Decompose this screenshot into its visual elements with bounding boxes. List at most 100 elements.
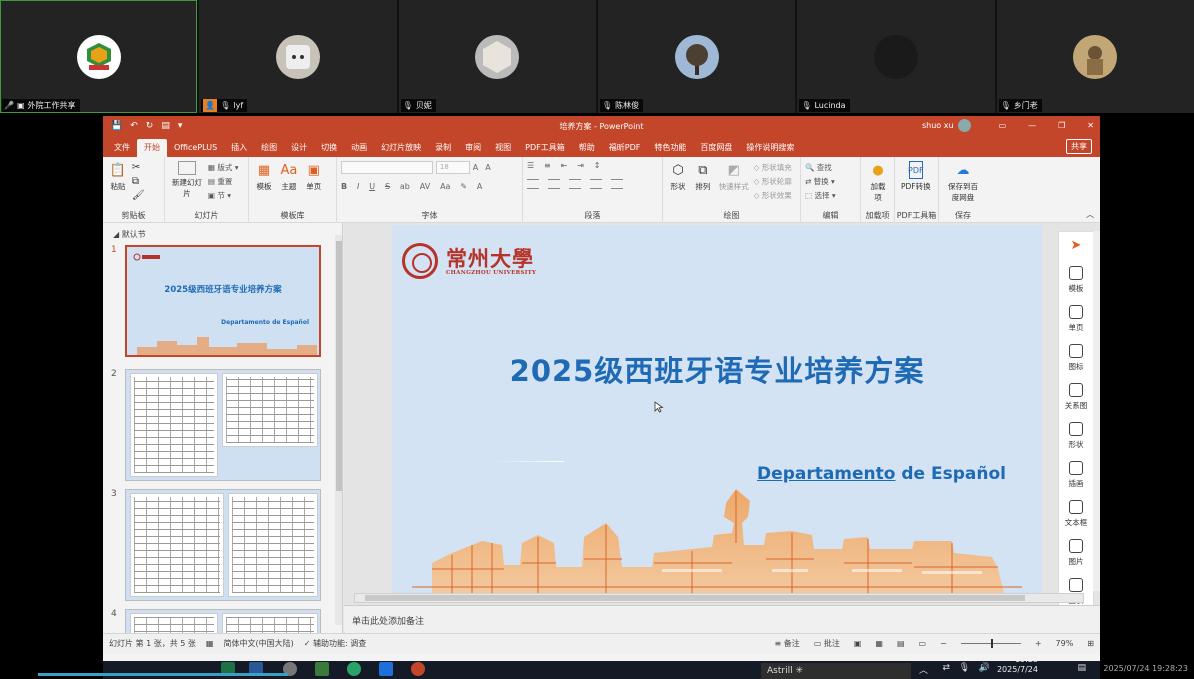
theme-button[interactable]: Aa 主题 bbox=[280, 161, 298, 192]
side-panel-item[interactable]: 形状 bbox=[1069, 422, 1084, 461]
microphone-tray-icon[interactable]: 🎙 bbox=[959, 663, 970, 673]
save-to-cloud-button[interactable]: ☁ 保存到百度网盘 bbox=[945, 161, 981, 203]
align-left-icon[interactable] bbox=[527, 179, 539, 189]
scroll-thumb[interactable] bbox=[336, 241, 342, 491]
thumbnail-scrollbar[interactable] bbox=[335, 235, 342, 625]
tab-4[interactable]: 绘图 bbox=[254, 139, 284, 157]
shadow-icon[interactable]: ab bbox=[400, 182, 410, 191]
editor-scrollbar[interactable] bbox=[1093, 231, 1100, 591]
columns-icon[interactable] bbox=[610, 179, 623, 189]
slide-canvas[interactable]: 常州大學 CHANGZHOU UNIVERSITY 2025级西班牙语专业培养方… bbox=[392, 225, 1042, 593]
notes-pane[interactable]: 单击此处添加备注 bbox=[344, 605, 1100, 633]
spacing-icon[interactable]: AV bbox=[420, 182, 430, 191]
taskbar-clock[interactable]: 19:28 2025/7/24 bbox=[997, 655, 1038, 675]
template-button[interactable]: ▦ 模板 bbox=[255, 161, 273, 192]
side-panel-item[interactable]: 模板 bbox=[1069, 266, 1084, 305]
slide-thumbnail-1[interactable]: 2025级西班牙语专业培养方案 Departamento de Español bbox=[125, 245, 321, 357]
tab-1[interactable]: 开始 bbox=[137, 139, 167, 157]
italic-icon[interactable]: I bbox=[357, 182, 359, 191]
notes-toggle[interactable]: ≡ 备注 bbox=[775, 638, 800, 649]
tab-11[interactable]: 视图 bbox=[488, 139, 518, 157]
numbering-icon[interactable]: ≡ bbox=[544, 161, 551, 170]
outdent-icon[interactable]: ⇥ bbox=[577, 161, 584, 170]
layout-button[interactable]: ▦ 版式 ▾ bbox=[208, 161, 239, 175]
align-center-icon[interactable] bbox=[547, 179, 560, 189]
zoom-level[interactable]: 79% bbox=[1056, 639, 1074, 648]
slide-thumbnail-4[interactable] bbox=[125, 609, 321, 633]
pdf-convert-button[interactable]: PDF PDF转换 bbox=[901, 161, 931, 192]
align-right-icon[interactable] bbox=[568, 179, 581, 189]
participant-tile[interactable]: 🎙 陈林俊 bbox=[597, 0, 796, 113]
indent-icon[interactable]: ⇤ bbox=[561, 161, 568, 170]
user-account[interactable]: shuo xu bbox=[922, 119, 971, 132]
bold-icon[interactable]: B bbox=[341, 182, 347, 191]
language-indicator[interactable]: 简体中文(中国大陆) bbox=[223, 638, 293, 649]
tab-2[interactable]: OfficePLUS bbox=[167, 139, 224, 157]
volume-icon[interactable]: 🔊 bbox=[979, 663, 990, 673]
copy-icon[interactable]: ⧉ bbox=[132, 175, 145, 189]
tab-9[interactable]: 录制 bbox=[428, 139, 458, 157]
shape-effect-button[interactable]: ◇ 形状效果 bbox=[754, 189, 792, 203]
slide-department[interactable]: Departamento de Español bbox=[757, 464, 1006, 484]
spell-check-icon[interactable]: ▦ bbox=[206, 639, 214, 648]
side-panel-item[interactable]: 图片 bbox=[1069, 539, 1084, 578]
replace-button[interactable]: ⇄ 替换 ▾ bbox=[805, 175, 856, 189]
notification-icon[interactable]: ▤ bbox=[1077, 663, 1086, 673]
slideshow-icon[interactable]: ▭ bbox=[919, 639, 927, 648]
astrill-popup[interactable]: Astrill ✳ bbox=[761, 663, 911, 679]
comments-toggle[interactable]: ▭ 批注 bbox=[814, 638, 840, 649]
font-name-input[interactable] bbox=[341, 161, 433, 174]
font-size-input[interactable]: 18 bbox=[435, 161, 470, 174]
side-panel-item[interactable]: 关系图 bbox=[1065, 383, 1087, 422]
app-icon[interactable] bbox=[315, 662, 329, 676]
slide-thumbnail-3[interactable] bbox=[125, 489, 321, 601]
participant-tile[interactable]: 👤 🎙 lyf bbox=[199, 0, 397, 113]
new-slide-button[interactable]: 新建幻灯片 bbox=[171, 161, 203, 199]
tab-12[interactable]: PDF工具箱 bbox=[518, 139, 572, 157]
restore-icon[interactable]: ❐ bbox=[1058, 121, 1065, 130]
tab-3[interactable]: 插入 bbox=[224, 139, 254, 157]
close-icon[interactable]: ✕ bbox=[1087, 121, 1094, 130]
powerpoint-icon[interactable] bbox=[411, 662, 425, 676]
share-button[interactable]: 共享 bbox=[1066, 139, 1092, 154]
section-header[interactable]: ◢ 默认节 bbox=[113, 229, 146, 240]
ribbon-display-icon[interactable]: ▭ bbox=[999, 121, 1007, 130]
font-color-icon[interactable]: A bbox=[477, 182, 482, 191]
tab-0[interactable]: 文件 bbox=[107, 139, 137, 157]
tab-13[interactable]: 帮助 bbox=[572, 139, 602, 157]
shape-outline-button[interactable]: ◇ 形状轮廓 bbox=[754, 175, 792, 189]
fit-slide-icon[interactable]: ⊞ bbox=[1087, 639, 1094, 648]
side-panel-item[interactable]: 单页 bbox=[1069, 305, 1084, 344]
cut-icon[interactable]: ✂ bbox=[132, 161, 145, 175]
line-spacing-icon[interactable]: ↕ bbox=[594, 161, 601, 170]
officeplus-logo-icon[interactable]: ➤ bbox=[1071, 238, 1082, 266]
zoom-in-icon[interactable]: + bbox=[1035, 639, 1042, 648]
shrink-font-icon[interactable]: A bbox=[485, 163, 490, 172]
tab-14[interactable]: 福昕PDF bbox=[602, 139, 648, 157]
network-icon[interactable]: ⇄ bbox=[942, 663, 950, 673]
highlight-icon[interactable]: ✎ bbox=[460, 182, 467, 191]
tray-overflow-icon[interactable]: ︿ bbox=[919, 663, 928, 676]
grow-font-icon[interactable]: A bbox=[473, 163, 478, 172]
bullets-icon[interactable]: ☰ bbox=[527, 161, 534, 170]
side-panel-item[interactable]: 插画 bbox=[1069, 461, 1084, 500]
sorter-view-icon[interactable]: ▦ bbox=[875, 639, 883, 648]
side-panel-item[interactable]: 图标 bbox=[1069, 344, 1084, 383]
undo-icon[interactable]: ↶ bbox=[130, 121, 138, 131]
participant-tile[interactable]: 🎤 ▣ 外院工作共享 bbox=[0, 0, 198, 113]
slide-title[interactable]: 2025级西班牙语专业培养方案 bbox=[392, 348, 1042, 390]
single-page-button[interactable]: ▣ 单页 bbox=[305, 161, 323, 192]
slide-thumbnail-2[interactable] bbox=[125, 369, 321, 481]
addins-button[interactable]: ● 加载项 bbox=[867, 161, 889, 203]
tab-6[interactable]: 切换 bbox=[314, 139, 344, 157]
arrange-button[interactable]: ⧉ 排列 bbox=[694, 161, 712, 192]
accessibility-status[interactable]: ✓ 辅助功能: 调查 bbox=[304, 638, 367, 649]
side-panel-item[interactable]: 文本框 bbox=[1065, 500, 1087, 539]
tab-5[interactable]: 设计 bbox=[284, 139, 314, 157]
participant-tile[interactable]: 🎙 乡门老 bbox=[996, 0, 1194, 113]
tab-16[interactable]: 百度网盘 bbox=[693, 139, 739, 157]
collapse-ribbon-icon[interactable]: ︿ bbox=[1086, 209, 1094, 220]
tab-8[interactable]: 幻灯片放映 bbox=[374, 139, 428, 157]
shape-fill-button[interactable]: ◇ 形状填充 bbox=[754, 161, 792, 175]
paste-button[interactable]: 📋 粘贴 bbox=[109, 161, 127, 192]
